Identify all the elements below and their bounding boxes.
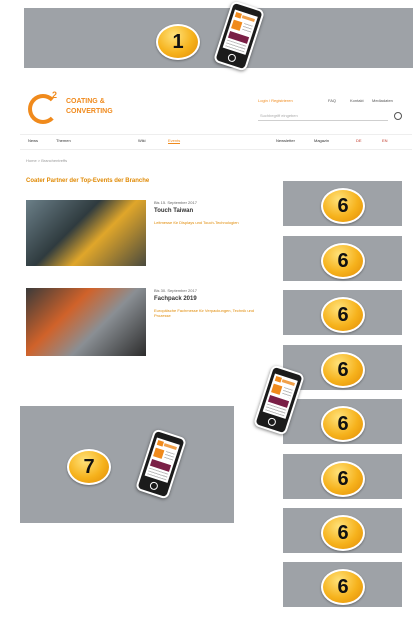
position-badge-side-7: 6: [321, 515, 365, 551]
breadcrumb[interactable]: Home > Branchentreffs: [26, 158, 67, 163]
top-link-login[interactable]: Login / Registrieren: [258, 98, 293, 103]
position-badge-bottom: 7: [67, 449, 111, 485]
top-link-contact[interactable]: Kontakt: [350, 98, 364, 103]
nav-item-events[interactable]: Events: [168, 138, 181, 144]
page-title: Coater Partner der Top-Events der Branch…: [26, 178, 150, 184]
search-placeholder: Suchbegriff eingeben: [260, 113, 298, 118]
top-link-media[interactable]: Mediadaten: [372, 98, 393, 103]
nav-item-magazine[interactable]: Magazin: [314, 138, 329, 143]
position-badge-side-5: 6: [321, 406, 365, 442]
nav-item-topics[interactable]: Themen: [56, 138, 71, 143]
nav-item-news[interactable]: News: [28, 138, 38, 143]
nav-item-newsletter[interactable]: Newsletter: [276, 138, 295, 143]
event-desc-1: Leitmesse für Displays und Touch-Technol…: [154, 220, 239, 225]
position-badge-top: 1: [156, 24, 200, 60]
search-icon[interactable]: [394, 112, 402, 120]
main-nav: [20, 134, 412, 150]
position-badge-side-1: 6: [321, 188, 365, 224]
brand-logo-sup: 2: [52, 90, 58, 100]
nav-lang-en[interactable]: EN: [382, 138, 388, 143]
event-image-1[interactable]: [26, 200, 146, 266]
event-title-2[interactable]: Fachpack 2019: [154, 296, 197, 302]
search-input[interactable]: Suchbegriff eingeben: [258, 112, 388, 121]
position-badge-side-4: 6: [321, 352, 365, 388]
brand-name-line1: COATING &: [66, 98, 105, 105]
position-badge-side-8: 6: [321, 569, 365, 605]
event-title-1[interactable]: Touch Taiwan: [154, 208, 193, 214]
nav-item-wiki[interactable]: Wiki: [138, 138, 146, 143]
position-badge-side-6: 6: [321, 461, 365, 497]
content-ad-banner[interactable]: [20, 406, 234, 523]
top-link-faq[interactable]: FAQ: [328, 98, 336, 103]
event-desc-2: Europäische Fachmesse für Verpackungen, …: [154, 308, 254, 318]
brand-name-line2: CONVERTING: [66, 108, 113, 115]
position-badge-side-3: 6: [321, 297, 365, 333]
position-badge-side-2: 6: [321, 243, 365, 279]
event-date-2: Bis 30. September 2017: [154, 288, 197, 293]
event-image-2[interactable]: [26, 288, 146, 356]
event-date-1: Bis 15. September 2017: [154, 200, 197, 205]
nav-lang-de[interactable]: DE: [356, 138, 362, 143]
